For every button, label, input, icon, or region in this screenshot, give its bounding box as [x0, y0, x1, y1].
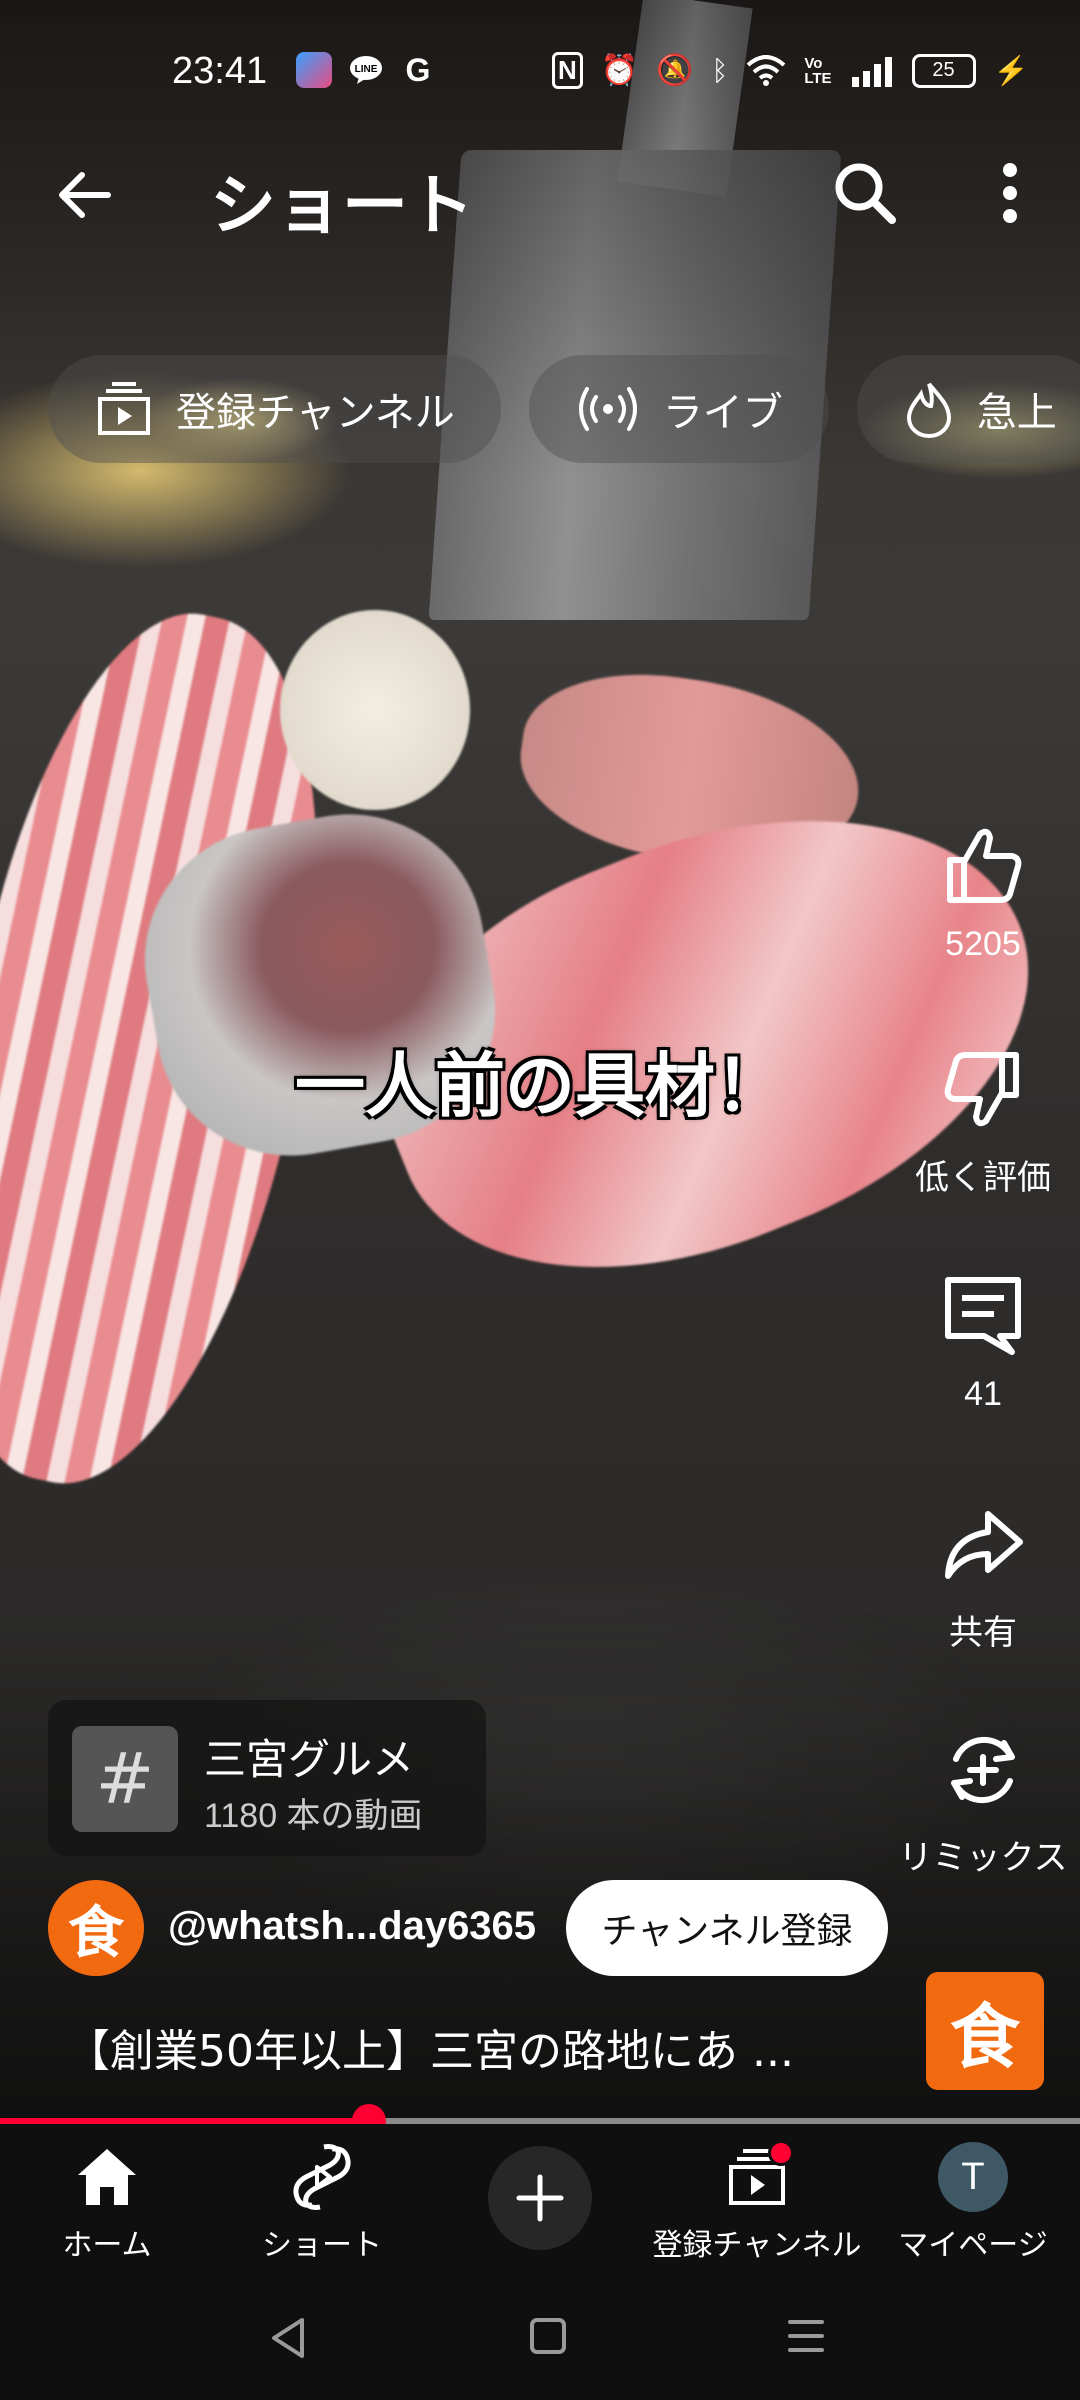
bluetooth-icon: ᛒ: [711, 54, 729, 86]
subscriptions-icon: [98, 382, 150, 435]
chip-subscriptions[interactable]: 登録チャンネル: [48, 355, 501, 463]
line-icon: LINE: [348, 52, 384, 88]
charging-icon: ⚡: [993, 55, 1029, 86]
signal-icon: [851, 56, 892, 87]
system-status-icons: N ⏰ 🔕 ᛒ Vo LTE 25 ⚡: [552, 52, 1028, 89]
nav-subscriptions-label: 登録チャンネル: [652, 2228, 862, 2263]
chip-trending[interactable]: 急上: [856, 355, 1080, 463]
nav-home-label: ホーム: [62, 2228, 152, 2263]
thumbs-down-icon: [944, 1052, 1019, 1127]
app-icon: [296, 52, 332, 88]
battery-icon: 25: [911, 53, 976, 88]
subscribe-button[interactable]: チャンネル登録: [566, 1880, 888, 1976]
page-title: ショート: [210, 167, 474, 244]
nav-my-page-label: マイページ: [898, 2228, 1048, 2263]
comment-icon: [945, 1277, 1021, 1355]
back-button[interactable]: [50, 160, 120, 230]
chip-label: 登録チャンネル: [176, 391, 455, 435]
like-button[interactable]: 5205: [888, 820, 1078, 964]
mute-icon: 🔕: [656, 54, 694, 87]
volte-icon: Vo LTE: [804, 54, 832, 87]
nav-home[interactable]: ホーム: [42, 2138, 172, 2264]
channel-logo-badge[interactable]: 食: [926, 1972, 1044, 2090]
share-label: 共有: [949, 1614, 1017, 1652]
nav-subscriptions[interactable]: 登録チャンネル: [652, 2138, 862, 2264]
thumbs-up-icon: [947, 828, 1022, 903]
more-options-button[interactable]: [990, 158, 1030, 228]
chip-label: ライブ: [662, 391, 783, 435]
nfc-icon: N: [552, 52, 583, 89]
hashtag-card[interactable]: # 三宮グルメ 1180 本の動画: [48, 1700, 486, 1856]
bottom-navigation: ホーム ショート 登録チャンネル T マイページ: [0, 2124, 1080, 2274]
remix-label: リミックス: [898, 1839, 1068, 1877]
user-avatar: T: [938, 2142, 1008, 2212]
nav-shorts[interactable]: ショート: [252, 2138, 392, 2264]
home-icon: [78, 2149, 136, 2205]
new-content-dot: [768, 2140, 794, 2166]
comments-button[interactable]: 41: [888, 1270, 1078, 1414]
shorts-icon: [293, 2144, 351, 2210]
comment-count: 41: [964, 1375, 1002, 1413]
scallop: [280, 610, 470, 810]
hashtag-subtitle: 1180 本の動画: [204, 1797, 423, 1835]
like-count: 5205: [945, 925, 1021, 963]
plus-icon: [516, 2174, 564, 2222]
dislike-button[interactable]: 低く評価: [888, 1045, 1078, 1199]
battery-level: 25: [932, 59, 955, 81]
nav-shorts-label: ショート: [262, 2228, 382, 2263]
channel-handle[interactable]: @whatsh...day6365: [168, 1904, 536, 1949]
svg-text:LINE: LINE: [355, 64, 378, 75]
system-recents-icon[interactable]: [786, 2316, 826, 2356]
search-button[interactable]: [830, 158, 900, 228]
nav-my-page[interactable]: T マイページ: [898, 2138, 1048, 2264]
notification-icons: LINE G: [296, 52, 436, 88]
system-home-icon[interactable]: [528, 2316, 568, 2356]
hashtag-icon: #: [72, 1726, 178, 1832]
create-button[interactable]: [488, 2146, 592, 2250]
chip-label: 急上: [976, 391, 1057, 435]
share-button[interactable]: 共有: [888, 1500, 1078, 1654]
live-icon: [578, 387, 637, 431]
hashtag-title: 三宮グルメ: [204, 1735, 415, 1784]
trending-icon: [906, 382, 951, 438]
search-icon: [835, 163, 896, 224]
status-bar: 23:41 LINE G N ⏰ 🔕 ᛒ Vo LTE 25 ⚡: [0, 0, 1080, 140]
remix-button[interactable]: リミックス: [888, 1725, 1078, 1879]
filter-chips: 登録チャンネル ライブ 急上: [48, 355, 1080, 465]
system-back-icon[interactable]: [268, 2316, 308, 2360]
channel-avatar[interactable]: 食: [48, 1880, 144, 1976]
wifi-icon: [746, 54, 786, 86]
top-app-bar: ショート: [0, 130, 1080, 260]
channel-row: 食 @whatsh...day6365 チャンネル登録: [48, 1880, 1048, 1976]
remix-icon: [951, 1736, 1015, 1804]
google-icon: G: [405, 51, 431, 88]
chip-live[interactable]: ライブ: [528, 355, 829, 463]
system-navigation-bar: [0, 2274, 1080, 2400]
dislike-label: 低く評価: [915, 1159, 1051, 1197]
status-time: 23:41: [172, 50, 268, 92]
alarm-icon: ⏰: [600, 54, 639, 87]
more-vert-icon: [1003, 163, 1017, 223]
video-title[interactable]: 【創業50年以上】三宮の路地にあ ...: [66, 2015, 794, 2079]
share-icon: [945, 1511, 1023, 1579]
back-arrow-icon: [59, 172, 111, 218]
